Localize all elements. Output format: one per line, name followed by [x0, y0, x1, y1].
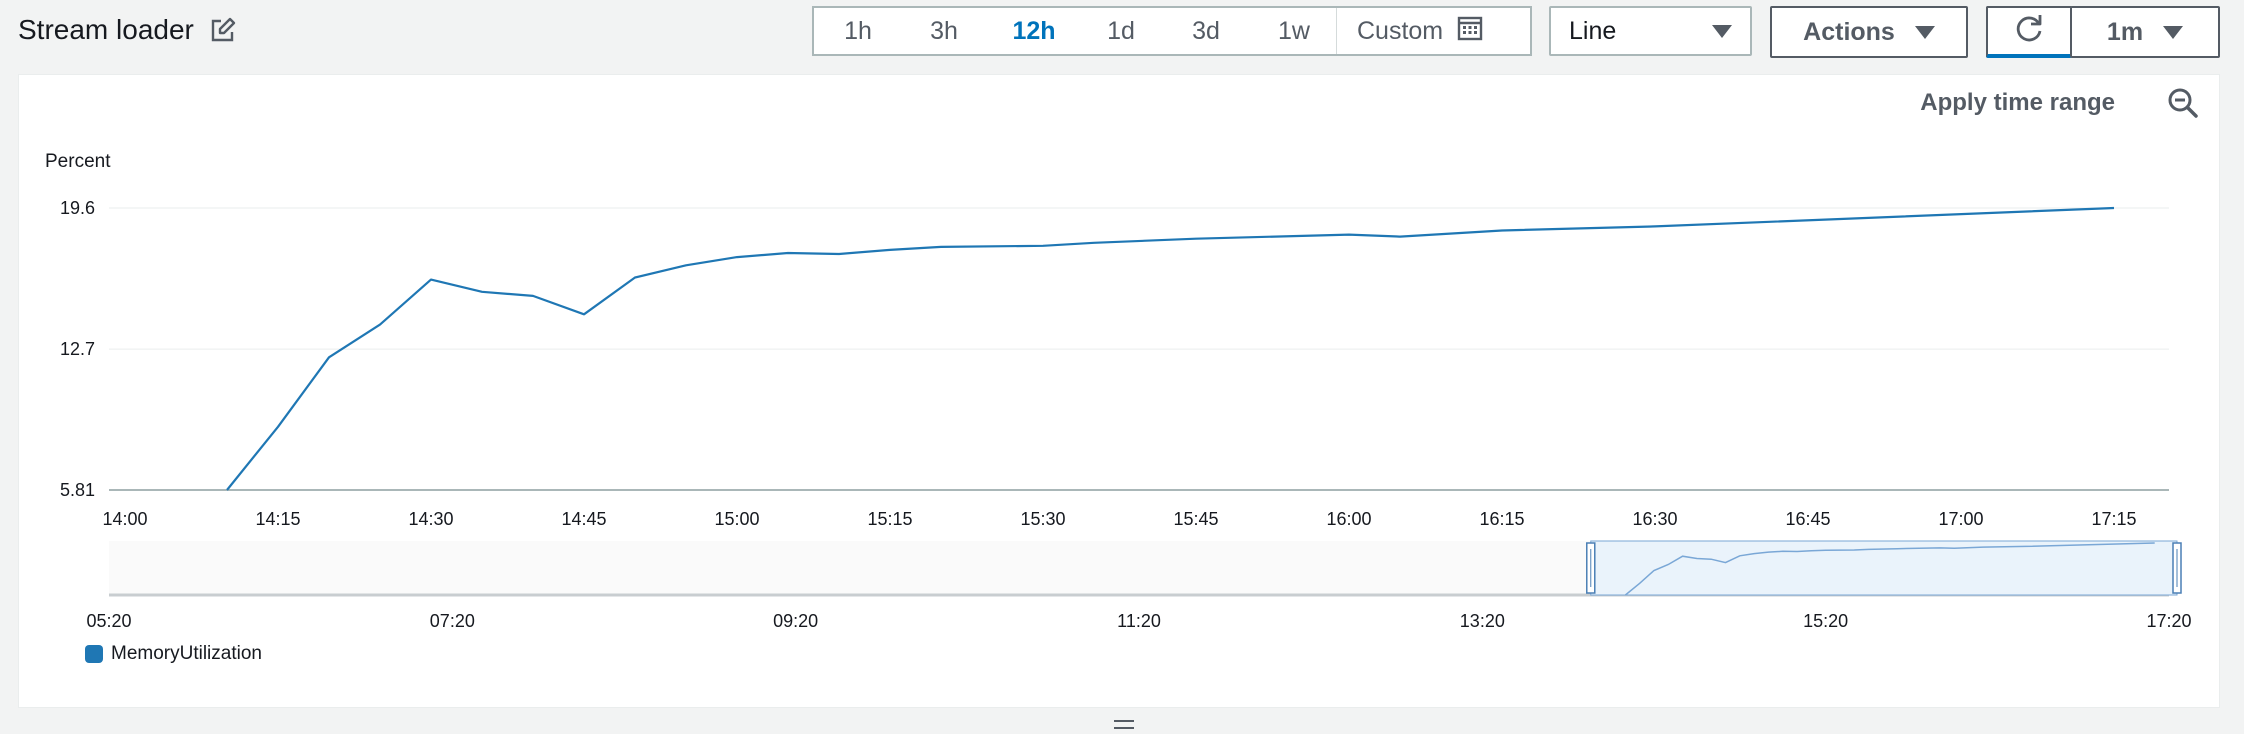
overview-x-tick-label: 11:20 — [1117, 611, 1161, 631]
x-tick-label: 17:00 — [1938, 509, 1983, 529]
y-tick-label: 12.7 — [60, 339, 95, 359]
range-3d-button[interactable]: 3d — [1160, 8, 1252, 54]
overview-x-tick-label: 15:20 — [1803, 611, 1848, 631]
legend-label: MemoryUtilization — [111, 643, 262, 664]
x-tick-label: 16:00 — [1326, 509, 1371, 529]
x-tick-label: 15:45 — [1173, 509, 1218, 529]
refresh-icon — [2013, 12, 2045, 51]
x-tick-label: 14:45 — [561, 509, 606, 529]
caret-down-icon — [2163, 25, 2184, 39]
x-tick-label: 15:30 — [1020, 509, 1065, 529]
chart-type-select[interactable]: Line — [1549, 6, 1752, 56]
x-tick-label: 14:30 — [408, 509, 453, 529]
edit-icon[interactable] — [210, 17, 236, 43]
caret-down-icon — [1712, 24, 1732, 38]
overview-x-tick-label: 17:20 — [2146, 611, 2191, 631]
page-title: Stream loader — [18, 14, 236, 46]
title-text: Stream loader — [18, 14, 194, 45]
range-3h-button[interactable]: 3h — [902, 8, 986, 54]
y-tick-label: 5.81 — [60, 480, 95, 500]
overview-x-tick-label: 13:20 — [1460, 611, 1505, 631]
refresh-interval-value: 1m — [2106, 17, 2144, 46]
x-tick-label: 16:30 — [1632, 509, 1677, 529]
overview-x-tick-label: 07:20 — [430, 611, 475, 631]
actions-label: Actions — [1803, 17, 1895, 46]
x-tick-label: 14:00 — [102, 509, 147, 529]
custom-label: Custom — [1357, 16, 1444, 45]
x-tick-label: 15:15 — [867, 509, 912, 529]
actions-button[interactable]: Actions — [1770, 6, 1968, 58]
x-tick-label: 15:00 — [714, 509, 759, 529]
chart-type-value: Line — [1569, 16, 1617, 45]
x-tick-label: 14:15 — [255, 509, 300, 529]
y-tick-label: 19.6 — [60, 198, 95, 218]
range-1w-button[interactable]: 1w — [1252, 8, 1336, 54]
caret-down-icon — [1914, 25, 1935, 39]
line-chart: 5.81 12.7 19.6 14:00 14:15 14:30 14:45 15:00 15:… — [60, 198, 2192, 631]
refresh-button[interactable] — [1986, 6, 2072, 58]
legend-item-memoryutilization[interactable]: MemoryUtilization — [85, 643, 262, 665]
chart-panel: Apply time range Percent 5.81 12.7 19.6 14:… — [18, 74, 2220, 708]
calendar-icon — [1457, 15, 1483, 48]
legend-swatch — [85, 645, 103, 663]
custom-range-button[interactable]: Custom — [1336, 8, 1501, 54]
refresh-interval-select[interactable]: 1m — [2070, 6, 2220, 58]
range-1h-button[interactable]: 1h — [814, 8, 902, 54]
resize-handle[interactable] — [1114, 720, 1134, 729]
range-12h-button[interactable]: 12h — [986, 8, 1082, 54]
x-tick-label: 17:15 — [2091, 509, 2136, 529]
overview-x-tick-label: 09:20 — [773, 611, 818, 631]
overview-x-tick-label: 05:20 — [86, 611, 131, 631]
x-tick-label: 16:15 — [1479, 509, 1524, 529]
range-1d-button[interactable]: 1d — [1082, 8, 1160, 54]
time-range-selector: 1h 3h 12h 1d 3d 1w Custom — [812, 6, 1532, 56]
x-tick-label: 16:45 — [1785, 509, 1830, 529]
